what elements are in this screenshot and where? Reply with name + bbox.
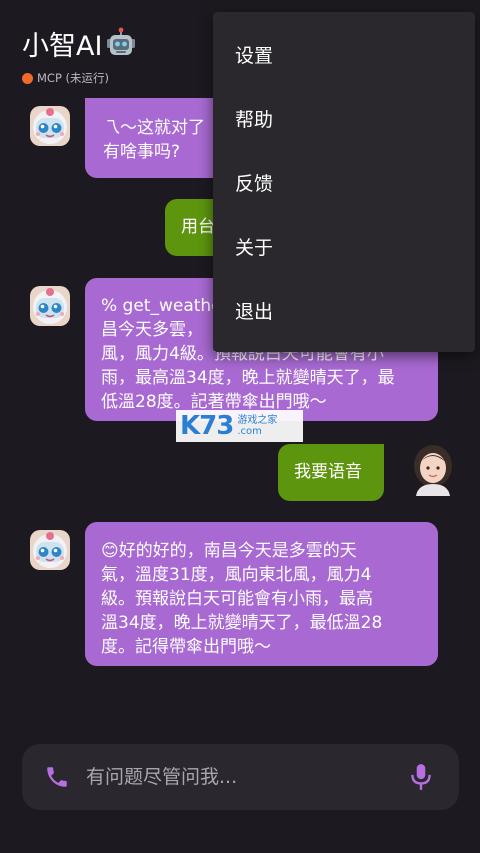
message-line: 度。記得帶傘出門哦～ (101, 637, 271, 657)
overflow-menu: 设置 帮助 反馈 关于 退出 (213, 12, 475, 352)
menu-item-label: 帮助 (235, 108, 274, 131)
menu-item-label: 退出 (235, 300, 274, 323)
message-input[interactable] (86, 760, 386, 794)
watermark-logo-mark: K73 (180, 411, 234, 441)
chat-input-bar (22, 744, 459, 810)
message-line: 乁～这就对了 (103, 118, 205, 138)
ai-message-bubble: 😊好的好的，南昌今天是多雲的天 氣，溫度31度，風向東北風，風力4 級。預報說白… (85, 522, 438, 666)
menu-item-about[interactable]: 关于 (213, 214, 475, 278)
phone-call-icon[interactable] (44, 764, 70, 790)
message-line: 氣，溫度31度，風向東北風，風力4 (101, 565, 372, 585)
message-text: 我要语音 (294, 462, 362, 482)
user-avatar (408, 444, 458, 496)
message-line: 溫34度，晚上就變晴天了，最低溫28 (101, 613, 383, 633)
message-line: 級。預報說白天可能會有小雨，最高 (101, 589, 373, 609)
mcp-status: MCP (未运行) (22, 70, 109, 86)
menu-item-label: 关于 (235, 236, 274, 259)
ai-message-bubble: 乁～这就对了 有啥事吗? (85, 98, 226, 178)
ai-avatar (28, 104, 72, 148)
message-line: 有啥事吗? (103, 142, 181, 162)
app-title: 小智AI (22, 24, 138, 63)
app-title-text: 小智AI (22, 31, 103, 62)
menu-item-exit[interactable]: 退出 (213, 278, 475, 342)
message-line: 雨，最高溫34度，晚上就變晴天了，最 (101, 368, 395, 388)
message-line: 😊好的好的，南昌今天是多雲的天 (101, 541, 357, 561)
menu-item-label: 反馈 (235, 172, 274, 195)
status-dot-icon (22, 72, 33, 84)
watermark-text: .com (237, 426, 262, 437)
watermark-logo: K73 游戏之家 .com (176, 410, 303, 442)
menu-item-feedback[interactable]: 反馈 (213, 150, 475, 214)
chat-screen: 小智AI MCP (未运行) 乁～这就对了 有啥事吗? 用台 % get_wea… (0, 0, 480, 853)
robot-face-icon (104, 27, 138, 61)
watermark-text: 游戏之家 (237, 415, 278, 426)
user-message-bubble: 我要语音 (278, 444, 384, 501)
menu-item-help[interactable]: 帮助 (213, 86, 475, 150)
ai-avatar (28, 284, 72, 328)
mcp-status-text: MCP (未运行) (37, 71, 110, 85)
microphone-icon[interactable] (408, 762, 434, 792)
menu-item-label: 设置 (235, 44, 274, 67)
menu-item-settings[interactable]: 设置 (213, 22, 475, 86)
ai-avatar (28, 528, 72, 572)
